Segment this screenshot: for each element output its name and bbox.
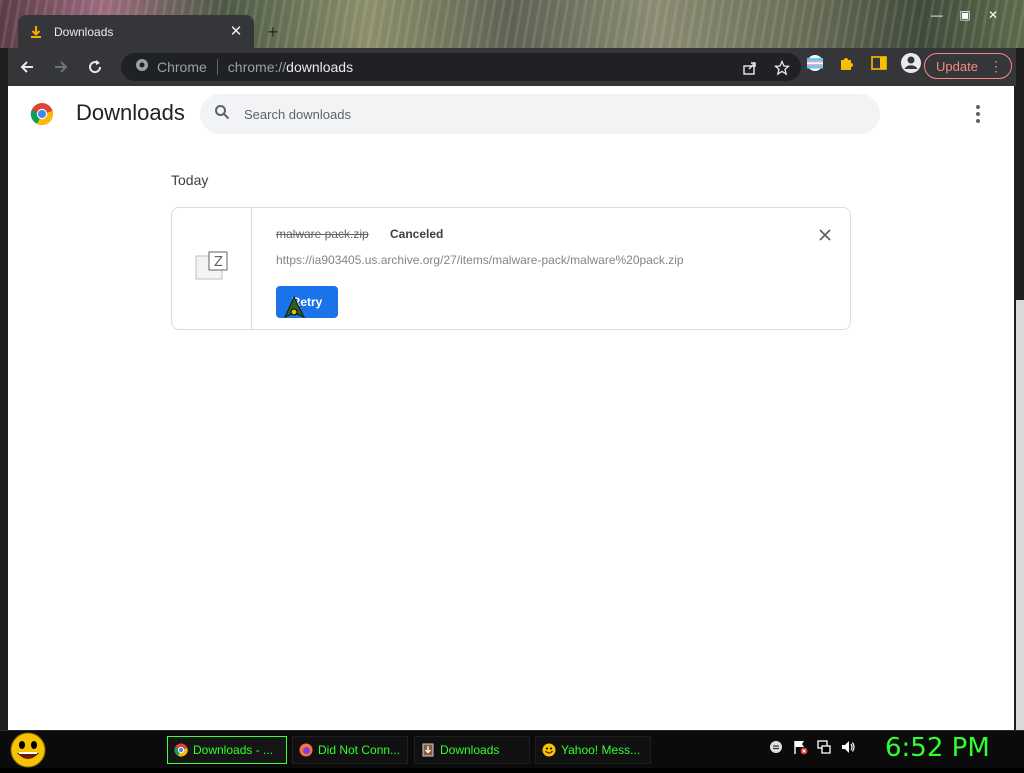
omnibox-scheme-label: Chrome (157, 59, 207, 75)
file-icon-column: Z (172, 208, 252, 329)
menu-dots-icon: ⋮ (989, 58, 1003, 74)
minimize-icon[interactable]: — (926, 6, 948, 24)
chrome-logo-icon (30, 102, 54, 126)
zip-file-icon: Z (195, 251, 229, 286)
browser-window: Downloads ✕ + — ▣ ✕ Chrome chrome://down… (0, 0, 1024, 730)
puzzle-extensions-icon[interactable] (836, 52, 858, 74)
tab-downloads[interactable]: Downloads ✕ (18, 15, 254, 48)
volume-icon[interactable] (840, 739, 856, 755)
omnibox-url: chrome://downloads (228, 59, 353, 75)
download-item: Z malware pack.zip Canceled https://ia90… (171, 207, 851, 330)
title-bar: Downloads ✕ + — ▣ ✕ (0, 0, 1024, 48)
taskbar-item-yahoo-messenger[interactable]: Yahoo! Mess... (535, 736, 651, 764)
chrome-site-icon (135, 58, 149, 77)
more-options-icon[interactable] (968, 104, 988, 124)
browser-toolbar: Chrome chrome://downloads Update ⋮ (8, 48, 1016, 86)
download-icon (28, 24, 44, 40)
date-heading: Today (171, 172, 209, 188)
omnibox-url-prefix: chrome:// (227, 59, 287, 75)
file-url[interactable]: https://ia903405.us.archive.org/27/items… (276, 253, 684, 267)
back-icon[interactable] (12, 52, 42, 82)
remove-download-icon[interactable] (816, 226, 834, 244)
profile-avatar-icon[interactable] (900, 52, 922, 74)
file-name[interactable]: malware pack.zip (276, 227, 369, 241)
omnibox-divider (216, 59, 218, 75)
tab-close-icon[interactable]: ✕ (228, 23, 244, 40)
bookmark-star-icon[interactable] (771, 57, 793, 79)
extensions-area (804, 52, 922, 74)
omnibox-url-path: downloads (286, 59, 354, 75)
taskbar-item-firefox[interactable]: Did Not Conn... (292, 736, 408, 764)
flag-extension-icon[interactable] (804, 52, 826, 74)
taskbar: Downloads - ... Did Not Conn... Download… (0, 730, 1024, 768)
search-input[interactable] (244, 106, 804, 122)
taskbar-item-label: Yahoo! Mess... (561, 743, 641, 757)
desktop-edge (1016, 300, 1024, 730)
network-icon[interactable] (816, 739, 832, 755)
tab-title: Downloads (54, 24, 114, 39)
messenger-tray-icon[interactable] (768, 739, 784, 755)
forward-icon[interactable] (46, 52, 76, 82)
taskbar-item-downloads-folder[interactable]: Downloads (414, 736, 530, 764)
action-center-flag-icon[interactable] (792, 739, 808, 755)
reload-icon[interactable] (80, 52, 110, 82)
taskbar-item-label: Downloads - ... (193, 743, 274, 757)
taskbar-clock[interactable]: 6:52 PM (885, 733, 990, 763)
download-status: Canceled (390, 227, 444, 241)
downloads-page: Downloads Today Z malware p (8, 86, 1014, 730)
downloads-folder-icon (421, 743, 435, 757)
system-tray (768, 739, 856, 755)
update-label: Update (936, 58, 978, 74)
address-bar[interactable]: Chrome chrome://downloads (121, 53, 801, 81)
new-tab-icon[interactable]: + (263, 22, 283, 42)
chrome-icon (174, 743, 188, 757)
search-icon (214, 104, 230, 125)
svg-text:Z: Z (214, 255, 223, 270)
side-panel-icon[interactable] (868, 52, 890, 74)
taskbar-item-label: Downloads (440, 743, 500, 757)
taskbar-item-label: Did Not Conn... (318, 743, 401, 757)
close-window-icon[interactable]: ✕ (982, 6, 1004, 24)
window-controls: — ▣ ✕ (926, 6, 1004, 24)
start-smiley-icon[interactable] (8, 732, 48, 768)
taskbar-item-downloads-chrome[interactable]: Downloads - ... (167, 736, 287, 764)
mouse-cursor-icon (284, 295, 306, 321)
yahoo-messenger-icon (542, 743, 556, 757)
omnibox-actions (739, 57, 793, 79)
share-icon[interactable] (739, 57, 761, 79)
firefox-icon (299, 743, 313, 757)
update-button[interactable]: Update ⋮ (924, 53, 1012, 79)
maximize-icon[interactable]: ▣ (954, 6, 976, 24)
downloads-header: Downloads (8, 86, 1014, 142)
page-title: Downloads (76, 100, 185, 125)
search-box[interactable] (200, 94, 880, 134)
